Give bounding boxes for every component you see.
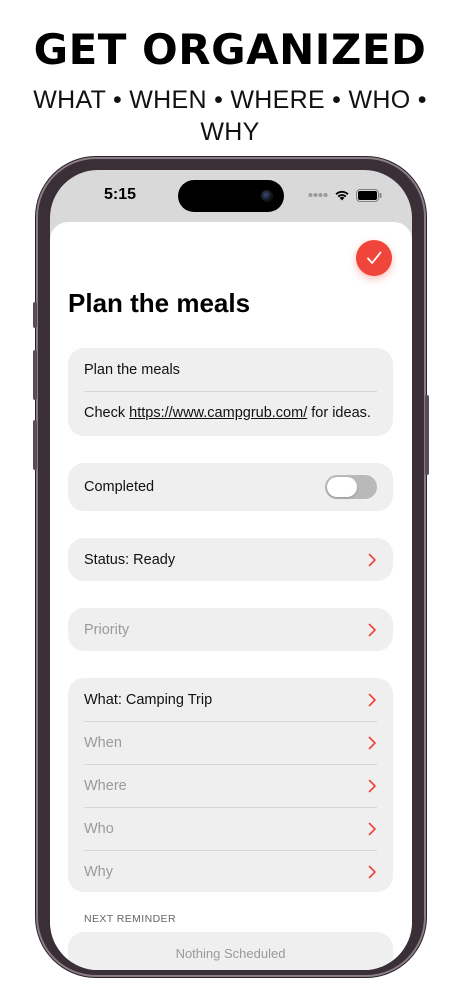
chevron-right-icon bbox=[368, 822, 376, 835]
tagline: WHAT • WHEN • WHERE • WHO • WHY bbox=[33, 86, 427, 146]
divider bbox=[84, 764, 377, 765]
next-reminder-card[interactable]: Nothing Scheduled bbox=[68, 932, 393, 970]
notes-body-text: Check https://www.campgrub.com/ for idea… bbox=[84, 405, 377, 421]
who-row[interactable]: Who bbox=[68, 807, 393, 850]
toggle-knob bbox=[327, 477, 357, 497]
wifi-icon bbox=[335, 190, 349, 201]
when-row[interactable]: When bbox=[68, 721, 393, 764]
phone-volume-up-button bbox=[33, 350, 37, 400]
chevron-right-icon bbox=[368, 779, 376, 792]
what-row[interactable]: What: Camping Trip bbox=[68, 678, 393, 721]
completed-row: Completed bbox=[68, 463, 393, 511]
who-placeholder: Who bbox=[84, 820, 114, 837]
why-row[interactable]: Why bbox=[68, 850, 393, 893]
chevron-right-icon bbox=[368, 553, 376, 566]
status-icons bbox=[308, 188, 382, 202]
divider bbox=[84, 391, 377, 392]
status-time: 5:15 bbox=[104, 186, 137, 203]
why-placeholder: Why bbox=[84, 863, 113, 880]
notes-prefix: Check bbox=[84, 404, 130, 421]
next-reminder-label: NEXT REMINDER bbox=[84, 913, 176, 925]
next-reminder-value: Nothing Scheduled bbox=[175, 946, 286, 961]
phone-side-button bbox=[33, 302, 37, 328]
status-row[interactable]: Status: Ready bbox=[68, 538, 393, 581]
status-card[interactable]: Status: Ready bbox=[68, 538, 393, 581]
battery-icon bbox=[356, 188, 382, 202]
notes-title-field[interactable]: Plan the meals bbox=[68, 348, 393, 391]
headline: GET ORGANIZED bbox=[33, 25, 427, 74]
priority-card[interactable]: Priority bbox=[68, 608, 393, 651]
chevron-right-icon bbox=[368, 865, 376, 878]
divider bbox=[84, 807, 377, 808]
what-label: What: Camping Trip bbox=[84, 691, 213, 708]
w5-card: What: Camping Trip When Where Who Why bbox=[68, 678, 393, 892]
phone-volume-down-button bbox=[33, 420, 37, 470]
status-label: Status: Ready bbox=[84, 551, 176, 568]
where-placeholder: Where bbox=[84, 777, 127, 794]
chevron-right-icon bbox=[368, 736, 376, 749]
phone-screen: 5:15 Plan the meals Plan the meals Check… bbox=[50, 170, 412, 970]
camera-icon bbox=[261, 190, 273, 202]
notes-title-text: Plan the meals bbox=[84, 361, 180, 378]
phone-power-button bbox=[425, 395, 429, 475]
task-title: Plan the meals bbox=[68, 288, 251, 318]
divider bbox=[84, 850, 377, 851]
when-placeholder: When bbox=[84, 734, 122, 751]
checkmark-icon bbox=[367, 251, 382, 264]
status-bar: 5:15 bbox=[50, 170, 412, 220]
notes-body-field[interactable]: Check https://www.campgrub.com/ for idea… bbox=[68, 391, 393, 434]
chevron-right-icon bbox=[368, 623, 376, 636]
dynamic-island bbox=[178, 180, 284, 212]
where-row[interactable]: Where bbox=[68, 764, 393, 807]
signal-dots-icon bbox=[308, 193, 328, 197]
completed-label: Completed bbox=[84, 479, 155, 495]
priority-placeholder: Priority bbox=[84, 621, 130, 638]
completed-toggle[interactable] bbox=[325, 475, 377, 499]
done-button[interactable] bbox=[356, 240, 392, 276]
chevron-right-icon bbox=[368, 693, 376, 706]
notes-card[interactable]: Plan the meals Check https://www.campgru… bbox=[68, 348, 393, 436]
priority-row[interactable]: Priority bbox=[68, 608, 393, 651]
completed-card: Completed bbox=[68, 463, 393, 511]
divider bbox=[84, 721, 377, 722]
notes-suffix: for ideas. bbox=[307, 404, 371, 421]
notes-link[interactable]: https://www.campgrub.com/ bbox=[129, 405, 307, 421]
